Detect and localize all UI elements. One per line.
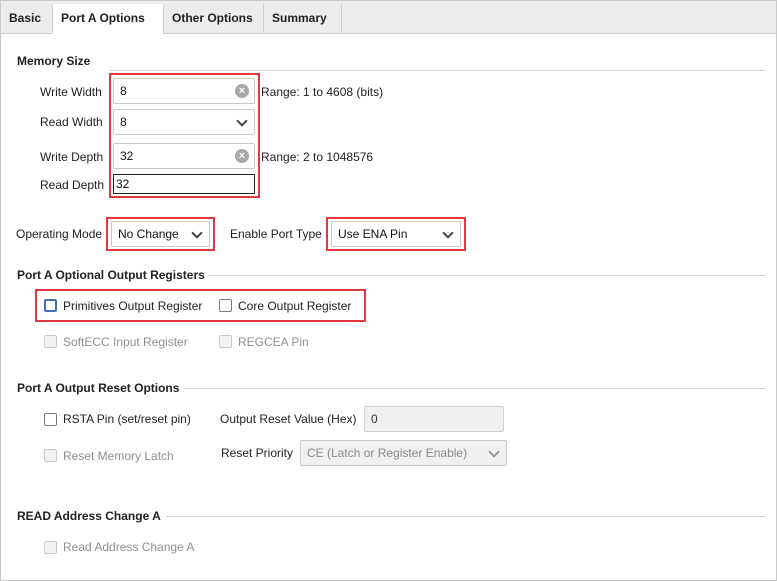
enable-port-type-value: Use ENA Pin bbox=[338, 227, 408, 241]
optional-output-registers-title: Port A Optional Output Registers bbox=[17, 268, 205, 282]
core-output-register-label[interactable]: Core Output Register bbox=[238, 299, 351, 313]
core-output-register-checkbox[interactable] bbox=[219, 299, 232, 312]
clear-icon[interactable]: × bbox=[235, 84, 249, 98]
regcea-pin-label: REGCEA Pin bbox=[238, 335, 309, 349]
tab-summary[interactable]: Summary bbox=[264, 4, 342, 32]
read-width-select[interactable]: 8 bbox=[113, 109, 255, 135]
section-divider bbox=[110, 70, 765, 71]
enable-port-type-label: Enable Port Type bbox=[230, 227, 322, 241]
read-address-change-checkbox bbox=[44, 541, 57, 554]
read-width-label: Read Width bbox=[40, 115, 103, 129]
output-reset-options-title: Port A Output Reset Options bbox=[17, 381, 180, 395]
read-address-change-label: Read Address Change A bbox=[63, 540, 195, 554]
operating-mode-select[interactable]: No Change bbox=[111, 221, 210, 247]
write-depth-value: 32 bbox=[120, 149, 134, 163]
section-divider bbox=[166, 516, 765, 517]
read-depth-field: 32 bbox=[113, 174, 255, 194]
section-divider bbox=[208, 275, 765, 276]
softecc-input-register-label: SoftECC Input Register bbox=[63, 335, 188, 349]
reset-memory-latch-checkbox bbox=[44, 449, 57, 462]
tab-other-options[interactable]: Other Options bbox=[164, 4, 264, 32]
chevron-down-icon bbox=[442, 227, 454, 239]
reset-priority-value: CE (Latch or Register Enable) bbox=[307, 446, 468, 460]
read-width-value: 8 bbox=[120, 115, 127, 129]
reset-priority-label: Reset Priority bbox=[221, 446, 294, 460]
tab-basic[interactable]: Basic bbox=[1, 4, 53, 32]
memory-size-title: Memory Size bbox=[17, 54, 91, 68]
chevron-down-icon bbox=[191, 227, 203, 239]
regcea-pin-checkbox bbox=[219, 335, 232, 348]
operating-mode-label: Operating Mode bbox=[16, 227, 103, 241]
section-divider bbox=[184, 388, 765, 389]
enable-port-type-select[interactable]: Use ENA Pin bbox=[331, 221, 461, 247]
clear-icon[interactable]: × bbox=[235, 149, 249, 163]
write-depth-input[interactable]: 32 × bbox=[113, 143, 255, 169]
write-width-value: 8 bbox=[120, 84, 127, 98]
output-reset-value-label: Output Reset Value (Hex) bbox=[220, 412, 357, 426]
write-width-input[interactable]: 8 × bbox=[113, 78, 255, 104]
primitives-output-register-checkbox[interactable] bbox=[44, 299, 57, 312]
reset-priority-select: CE (Latch or Register Enable) bbox=[300, 440, 507, 466]
chevron-down-icon bbox=[488, 446, 500, 458]
rsta-pin-label[interactable]: RSTA Pin (set/reset pin) bbox=[63, 412, 191, 426]
tab-port-a-options[interactable]: Port A Options bbox=[53, 4, 164, 34]
operating-mode-value: No Change bbox=[118, 227, 179, 241]
write-depth-range: Range: 2 to 1048576 bbox=[261, 150, 374, 164]
softecc-input-register-checkbox bbox=[44, 335, 57, 348]
output-reset-value-input: 0 bbox=[364, 406, 504, 432]
write-width-range: Range: 1 to 4608 (bits) bbox=[261, 85, 384, 99]
reset-memory-latch-label: Reset Memory Latch bbox=[63, 449, 174, 463]
primitives-output-register-label[interactable]: Primitives Output Register bbox=[63, 299, 202, 313]
read-address-change-title: READ Address Change A bbox=[17, 509, 161, 523]
read-depth-label: Read Depth bbox=[40, 178, 105, 192]
rsta-pin-checkbox[interactable] bbox=[44, 413, 57, 426]
chevron-down-icon bbox=[236, 115, 248, 127]
write-width-label: Write Width bbox=[40, 85, 102, 99]
write-depth-label: Write Depth bbox=[40, 150, 104, 164]
